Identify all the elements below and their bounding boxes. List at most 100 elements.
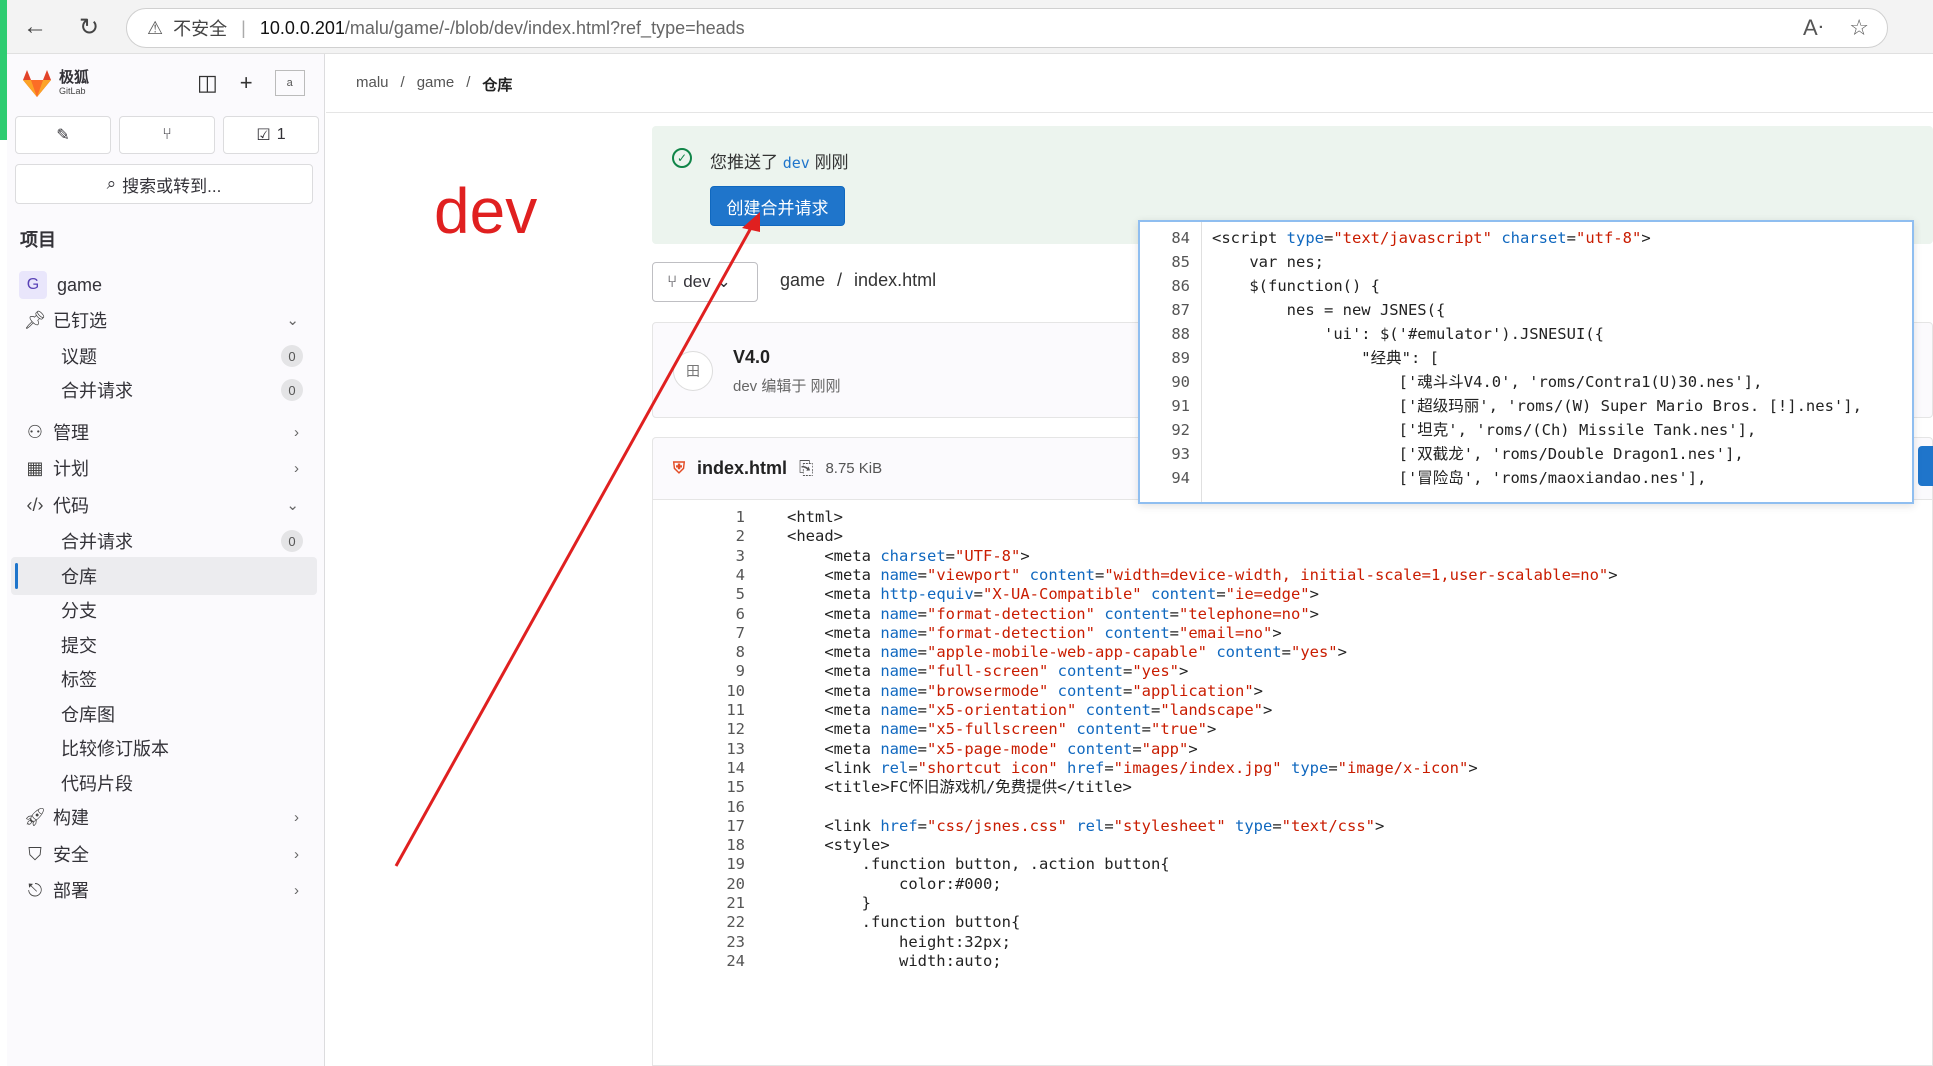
sidebar-item-repository[interactable]: 仓库 bbox=[11, 557, 317, 595]
sidebar: 极狐 GitLab ◫ + a ✎ ⑂ ☑ 1 ⌕ 搜索或转到... 项目 G g… bbox=[7, 54, 325, 1066]
sidebar-item-compare[interactable]: 比较修订版本 bbox=[11, 729, 317, 767]
code-snippet-overlay: 84 <script type="text/javascript" charset… bbox=[1138, 220, 1914, 504]
sidebar-item-merge-requests[interactable]: 合并请求 0 bbox=[11, 522, 317, 560]
plus-icon[interactable]: + bbox=[240, 70, 253, 96]
sidebar-item-label: 议题 bbox=[61, 347, 97, 367]
sidebar-item-security[interactable]: ⛉ 安全 › bbox=[11, 835, 317, 873]
back-icon[interactable]: ← bbox=[18, 10, 52, 44]
chevron-down-icon: ⌄ bbox=[286, 312, 299, 329]
line-source: ['冒险岛', 'roms/maoxiandao.nes'], bbox=[1212, 469, 1707, 487]
create-merge-request-button[interactable]: 创建合并请求 bbox=[710, 186, 845, 226]
sidebar-item-issues[interactable]: 议题 0 bbox=[11, 337, 317, 375]
reload-icon[interactable]: ↻ bbox=[72, 10, 106, 44]
url-path: /malu/game/-/blob/dev/index.html?ref_typ… bbox=[344, 17, 745, 38]
overlay-code-line: 85 var nes; bbox=[1140, 250, 1324, 274]
sidebar-item-label: 部署 bbox=[53, 881, 89, 901]
sidebar-item-label: 已钉选 bbox=[53, 311, 107, 331]
window-accent-bar bbox=[0, 0, 7, 140]
breadcrumb-current[interactable]: 仓库 bbox=[482, 74, 512, 95]
gitlab-logo[interactable]: 极狐 GitLab bbox=[21, 68, 89, 98]
path-file[interactable]: index.html bbox=[854, 270, 936, 291]
chevron-right-icon: › bbox=[294, 423, 299, 441]
sidebar-item-plan[interactable]: ▦ 计划 › bbox=[11, 449, 317, 487]
brand-sub: GitLab bbox=[59, 86, 86, 96]
merge-request-icon: ⑂ bbox=[162, 126, 172, 143]
merge-requests-shortcut[interactable]: ⑂ bbox=[119, 116, 215, 154]
line-source: ['双截龙', 'roms/Double Dragon1.nes'], bbox=[1212, 445, 1744, 463]
todos-shortcut[interactable]: ☑ 1 bbox=[223, 116, 319, 154]
sidebar-item-build[interactable]: 🚀︎ 构建 › bbox=[11, 798, 317, 836]
count-badge: 0 bbox=[281, 345, 303, 367]
annotation-label: dev bbox=[434, 175, 538, 247]
branch-icon: ⑂ bbox=[667, 272, 678, 291]
line-number: 88 bbox=[1171, 325, 1190, 343]
sidebar-item-merge-requests-pinned[interactable]: 合并请求 0 bbox=[11, 371, 317, 409]
sidebar-item-label: 合并请求 bbox=[61, 381, 133, 401]
header-divider bbox=[326, 112, 1933, 113]
push-suffix: 刚刚 bbox=[814, 153, 849, 172]
issues-shortcut[interactable]: ✎ bbox=[15, 116, 111, 154]
commit-avatar[interactable]: 田 bbox=[673, 351, 713, 391]
address-bar[interactable]: ⚠ 不安全 | 10.0.0.201 /malu/game/-/blob/dev… bbox=[126, 8, 1888, 48]
sidebar-item-repo-graph[interactable]: 仓库图 bbox=[11, 695, 317, 733]
breadcrumb-group[interactable]: malu bbox=[356, 74, 389, 95]
breadcrumb-project[interactable]: game bbox=[417, 74, 455, 95]
sidebar-item-label: 仓库图 bbox=[61, 705, 115, 725]
chevron-right-icon: › bbox=[294, 881, 299, 899]
warning-icon: ⚠ bbox=[147, 17, 164, 38]
line-source: ['坦克', 'roms/(Ch) Missile Tank.nes'], bbox=[1212, 421, 1757, 439]
sidebar-item-label: 分支 bbox=[61, 601, 97, 621]
path-project[interactable]: game bbox=[780, 270, 825, 291]
sidebar-item-manage[interactable]: ⚇ 管理 › bbox=[11, 413, 317, 451]
sidebar-item-label: 构建 bbox=[53, 808, 89, 828]
read-aloud-icon[interactable]: Aᐧ bbox=[1803, 15, 1823, 41]
sidebar-item-branches[interactable]: 分支 bbox=[11, 591, 317, 629]
sidebar-item-label: 代码片段 bbox=[61, 774, 133, 794]
line-number: 92 bbox=[1171, 421, 1190, 439]
line-number: 91 bbox=[1171, 397, 1190, 415]
line-source: var nes; bbox=[1212, 253, 1324, 271]
overlay-code-line: 94 ['冒险岛', 'roms/maoxiandao.nes'], bbox=[1140, 466, 1706, 490]
line-number: 86 bbox=[1171, 277, 1190, 295]
copy-path-icon[interactable]: ⎘ bbox=[799, 458, 813, 479]
file-size: 8.75 KiB bbox=[825, 460, 883, 477]
line-number[interactable]: 24 bbox=[653, 950, 745, 974]
edit-button-fragment[interactable] bbox=[1918, 446, 1933, 486]
sidebar-item-code[interactable]: ‹/› 代码 ⌄ bbox=[11, 486, 317, 524]
overlay-gutter-divider bbox=[1201, 222, 1202, 502]
push-message: 您推送了 dev 刚刚 bbox=[710, 148, 849, 173]
sidebar-item-label: 比较修订版本 bbox=[61, 739, 169, 759]
avatar[interactable]: a bbox=[274, 70, 305, 96]
project-name: game bbox=[57, 274, 103, 295]
push-branch[interactable]: dev bbox=[783, 154, 810, 172]
commit-title[interactable]: V4.0 bbox=[733, 347, 770, 368]
sidebar-item-tags[interactable]: 标签 bbox=[11, 660, 317, 698]
deploy-icon: ⎋ bbox=[27, 879, 43, 900]
line-number: 90 bbox=[1171, 373, 1190, 391]
check-circle-icon: ✓ bbox=[672, 148, 692, 168]
shield-icon: ⛉ bbox=[28, 843, 42, 864]
line-number: 89 bbox=[1171, 349, 1190, 367]
sidebar-item-deploy[interactable]: ⎋ 部署 › bbox=[11, 871, 317, 909]
sidebar-toggle-icon[interactable]: ◫ bbox=[197, 70, 218, 96]
line-number: 94 bbox=[1171, 469, 1190, 487]
sidebar-item-label: 提交 bbox=[61, 636, 97, 656]
overlay-code-line: 92 ['坦克', 'roms/(Ch) Missile Tank.nes'], bbox=[1140, 418, 1756, 442]
chevron-down-icon: ⌄ bbox=[286, 497, 299, 514]
commit-meta: dev 编辑于 刚刚 bbox=[733, 378, 841, 395]
line-source: nes = new JSNES({ bbox=[1212, 301, 1446, 319]
html5-icon: ⛨ bbox=[673, 459, 686, 477]
search-button[interactable]: ⌕ 搜索或转到... bbox=[15, 164, 313, 204]
line-number: 84 bbox=[1171, 229, 1190, 247]
sidebar-item-pinned[interactable]: 📌︎ 已钉选 ⌄ bbox=[11, 301, 317, 339]
favorite-star-icon[interactable]: ☆ bbox=[1849, 15, 1869, 41]
chevron-right-icon: › bbox=[294, 845, 299, 863]
sidebar-item-commits[interactable]: 提交 bbox=[11, 626, 317, 664]
project-link[interactable]: G game bbox=[11, 266, 317, 304]
branch-selector[interactable]: ⑂ dev ⌄ bbox=[652, 262, 758, 302]
overlay-code-line: 86 $(function() { bbox=[1140, 274, 1380, 298]
insecure-label: 不安全 bbox=[173, 19, 228, 39]
overlay-code-line: 84 <script type="text/javascript" charset… bbox=[1140, 226, 1650, 250]
todo-icon: ☑ bbox=[256, 127, 271, 144]
sidebar-item-snippets[interactable]: 代码片段 bbox=[11, 764, 317, 802]
